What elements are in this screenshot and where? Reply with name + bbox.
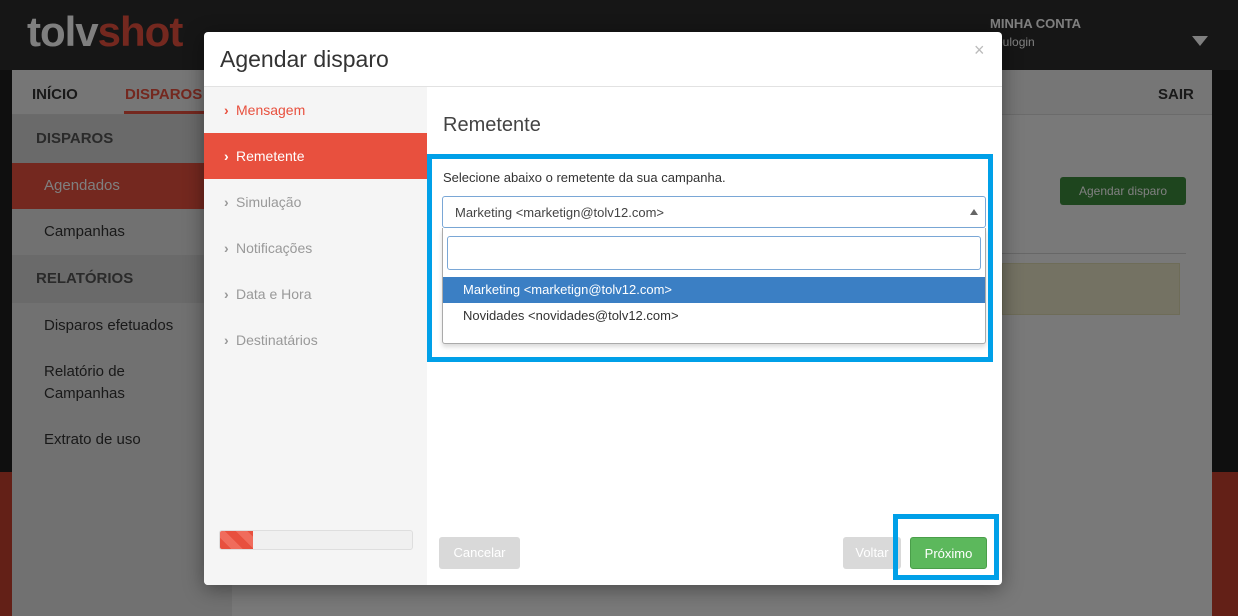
chevron-right-icon: › <box>224 102 229 118</box>
cancel-button[interactable]: Cancelar <box>439 537 520 569</box>
progress-fill <box>220 531 253 549</box>
step-content: Remetente Selecione abaixo o remetente d… <box>427 87 1002 585</box>
step-destinatarios[interactable]: › Destinatários <box>204 317 427 363</box>
dropdown-search-input[interactable] <box>447 236 981 270</box>
progress-bar <box>219 530 413 550</box>
instruction-text: Selecione abaixo o remetente da sua camp… <box>443 170 726 185</box>
chevron-right-icon: › <box>224 240 229 256</box>
dropdown-option-novidades[interactable]: Novidades <novidades@tolv12.com> <box>443 303 985 329</box>
step-simulacao[interactable]: › Simulação <box>204 179 427 225</box>
step-mensagem[interactable]: › Mensagem <box>204 87 427 133</box>
schedule-modal: Agendar disparo × › Mensagem › Remetente ›… <box>204 32 1002 585</box>
sender-select-value: Marketing <marketign@tolv12.com> <box>455 205 665 220</box>
modal-title: Agendar disparo <box>220 46 389 72</box>
close-icon[interactable]: × <box>974 40 985 61</box>
step-notificacoes[interactable]: › Notificações <box>204 225 427 271</box>
sender-dropdown: Marketing <marketign@tolv12.com> Novidad… <box>442 228 986 344</box>
caret-up-icon <box>970 209 978 215</box>
dropdown-option-marketing[interactable]: Marketing <marketign@tolv12.com> <box>443 277 985 303</box>
modal-header: Agendar disparo × <box>204 32 1002 87</box>
wizard-steps: › Mensagem › Remetente › Simulação › Notific… <box>204 87 427 585</box>
chevron-right-icon: › <box>224 194 229 210</box>
chevron-right-icon: › <box>224 148 229 164</box>
step-remetente[interactable]: › Remetente <box>204 133 427 179</box>
step-data-hora[interactable]: › Data e Hora <box>204 271 427 317</box>
chevron-right-icon: › <box>224 332 229 348</box>
section-title: Remetente <box>443 114 541 136</box>
sender-select[interactable]: Marketing <marketign@tolv12.com> <box>442 196 986 228</box>
next-button[interactable]: Próximo <box>910 537 987 569</box>
chevron-right-icon: › <box>224 286 229 302</box>
back-button[interactable]: Voltar <box>843 537 901 569</box>
